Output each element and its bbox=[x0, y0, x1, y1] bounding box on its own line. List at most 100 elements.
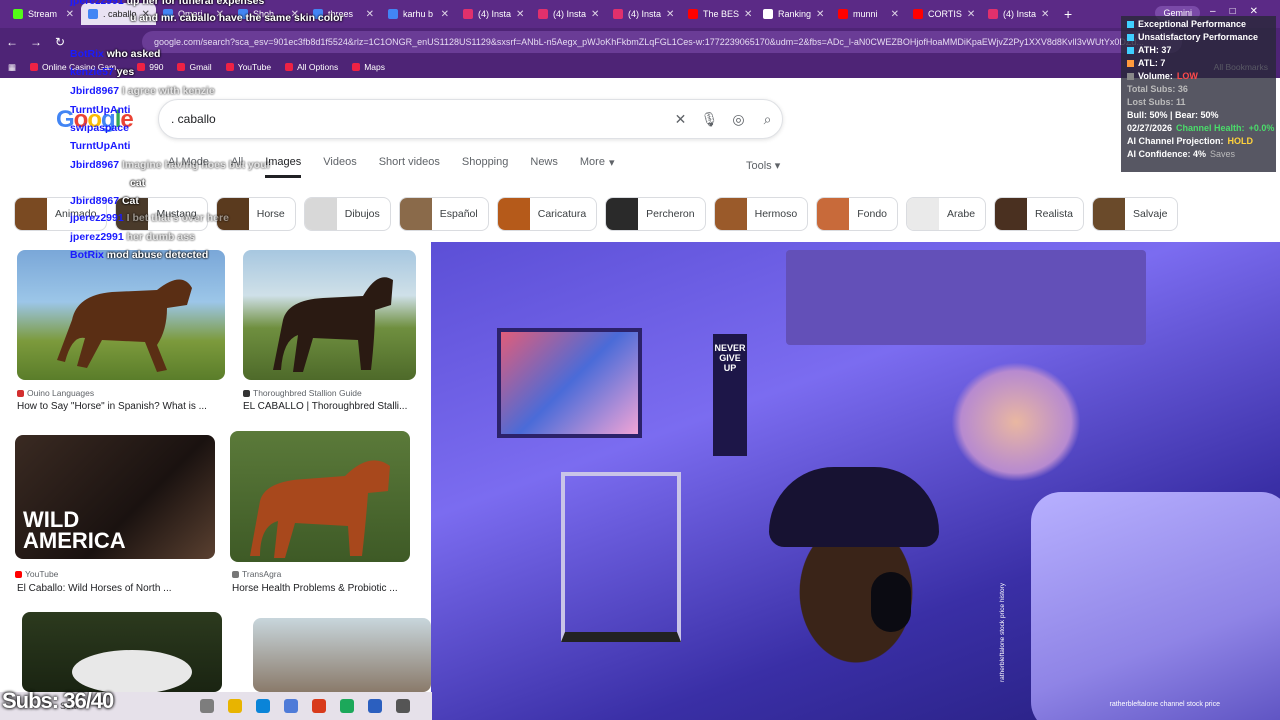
chat-message: kenzie57 yes bbox=[70, 66, 134, 79]
taskbar-app-icon[interactable] bbox=[256, 699, 270, 713]
tab-shopping[interactable]: Shopping bbox=[462, 156, 509, 178]
taskbar-app-icon[interactable] bbox=[284, 699, 298, 713]
bed bbox=[1031, 492, 1280, 720]
taskbar-app-icon[interactable] bbox=[200, 699, 214, 713]
tools-button[interactable]: Tools ▾ bbox=[746, 159, 780, 172]
stat-marker-icon bbox=[1127, 21, 1134, 28]
browser-tab[interactable]: CORTIS ✕ bbox=[906, 3, 981, 25]
close-tab-icon[interactable]: ✕ bbox=[441, 9, 449, 20]
stat-line: ATL: 7 bbox=[1127, 57, 1270, 70]
tab-favicon-icon bbox=[388, 9, 398, 19]
browser-tab[interactable]: Ranking ✕ bbox=[756, 3, 831, 25]
browser-tab[interactable]: The BES ✕ bbox=[681, 3, 756, 25]
chip-realista[interactable]: Realista bbox=[994, 197, 1084, 231]
clear-icon[interactable]: ✕ bbox=[666, 111, 695, 128]
new-tab-button[interactable]: + bbox=[1064, 6, 1072, 22]
saves-button[interactable]: Saves bbox=[1210, 148, 1235, 161]
stat-line: Exceptional Performance bbox=[1127, 18, 1270, 31]
chip-thumbnail bbox=[399, 198, 432, 230]
chat-text: Imagine having hoes but your bbox=[121, 159, 271, 171]
result-image[interactable]: WILD AMERICA bbox=[15, 435, 215, 559]
chip-hermoso[interactable]: Hermoso bbox=[713, 197, 809, 231]
result-title[interactable]: EL CABALLO | Thoroughbred Stalli... bbox=[243, 401, 407, 412]
close-tab-icon[interactable]: ✕ bbox=[1041, 9, 1049, 20]
tab-news[interactable]: News bbox=[530, 156, 558, 178]
stock-price-label: ratherbleftalone channel stock price bbox=[1109, 701, 1220, 708]
reload-icon[interactable]: ↻ bbox=[48, 35, 72, 49]
taskbar-app-icon[interactable] bbox=[312, 699, 326, 713]
browser-tab[interactable]: karhu b ✕ bbox=[381, 3, 456, 25]
chip-percheron[interactable]: Percheron bbox=[605, 197, 706, 231]
forward-icon[interactable]: → bbox=[24, 35, 48, 49]
chip-thumbnail bbox=[817, 198, 850, 230]
bookmark-item[interactable]: YouTube bbox=[225, 62, 271, 72]
browser-tab[interactable]: (4) Insta ✕ bbox=[981, 3, 1056, 25]
close-tab-icon[interactable]: ✕ bbox=[66, 9, 74, 20]
close-tab-icon[interactable]: ✕ bbox=[516, 9, 524, 20]
bookmark-item[interactable]: Maps bbox=[352, 62, 385, 72]
back-icon[interactable]: ← bbox=[0, 35, 24, 49]
close-tab-icon[interactable]: ✕ bbox=[967, 9, 975, 20]
headset bbox=[871, 572, 911, 632]
tab-label: (4) Insta bbox=[628, 9, 662, 19]
tab-favicon-icon bbox=[613, 9, 623, 19]
chip-caricatura[interactable]: Caricatura bbox=[496, 197, 598, 231]
chat-message: BotRix who asked bbox=[70, 48, 161, 61]
browser-tab[interactable]: (4) Insta ✕ bbox=[606, 3, 681, 25]
chat-text: I agree with kenzie bbox=[121, 85, 215, 97]
taskbar-app-icon[interactable] bbox=[396, 699, 410, 713]
chat-text: who asked bbox=[106, 48, 161, 60]
chip-fondo[interactable]: Fondo bbox=[816, 197, 899, 231]
tab-videos[interactable]: Videos bbox=[323, 156, 356, 178]
wall-painting bbox=[497, 328, 642, 438]
browser-tab[interactable]: munni ✕ bbox=[831, 3, 906, 25]
apps-grid-icon[interactable]: ▦ bbox=[8, 62, 16, 73]
result-image[interactable] bbox=[22, 612, 222, 694]
result-image[interactable] bbox=[243, 250, 416, 380]
result-image[interactable] bbox=[230, 431, 410, 562]
browser-tab[interactable]: (4) Insta ✕ bbox=[456, 3, 531, 25]
close-tab-icon[interactable]: ✕ bbox=[816, 9, 824, 20]
search-box[interactable]: . caballo ✕ 🎙 ◎ ⌕ bbox=[158, 99, 783, 139]
microphone-icon[interactable]: 🎙 bbox=[695, 111, 724, 128]
taskbar-app-icon[interactable] bbox=[368, 699, 382, 713]
result-image[interactable] bbox=[17, 250, 225, 380]
close-tab-icon[interactable]: ✕ bbox=[666, 9, 674, 20]
chip-salvaje[interactable]: Salvaje bbox=[1091, 197, 1179, 231]
source-favicon-icon bbox=[232, 570, 239, 578]
channel-stats-overlay: Exceptional Performance Unsatisfactory Pe… bbox=[1121, 16, 1276, 172]
tab-label: The BES bbox=[703, 9, 740, 19]
stat-line: Volume: LOW bbox=[1127, 70, 1270, 83]
chip-thumbnail bbox=[1092, 198, 1125, 230]
lens-icon[interactable]: ◎ bbox=[724, 111, 753, 128]
close-tab-icon[interactable]: ✕ bbox=[591, 9, 599, 20]
close-tab-icon[interactable]: ✕ bbox=[366, 9, 374, 20]
result-title[interactable]: El Caballo: Wild Horses of North ... bbox=[17, 583, 172, 594]
chip-dibujos[interactable]: Dibujos bbox=[303, 197, 391, 231]
tab-short-videos[interactable]: Short videos bbox=[379, 156, 440, 178]
result-title[interactable]: How to Say "Horse" in Spanish? What is .… bbox=[17, 401, 207, 412]
taskbar-app-icon[interactable] bbox=[340, 699, 354, 713]
result-title[interactable]: Horse Health Problems & Probiotic ... bbox=[232, 583, 398, 594]
search-input[interactable]: . caballo bbox=[171, 112, 666, 126]
lamp bbox=[951, 362, 1081, 482]
chat-message: cat bbox=[130, 177, 145, 190]
taskbar-app-icon[interactable] bbox=[228, 699, 242, 713]
stock-history-label: ratherbleftalone stock price history bbox=[999, 583, 1006, 682]
close-tab-icon[interactable]: ✕ bbox=[891, 9, 899, 20]
chat-message: jperez2991 I bet that's over here bbox=[70, 212, 229, 225]
browser-tab[interactable]: (4) Insta ✕ bbox=[531, 3, 606, 25]
bookmark-item[interactable]: 990 bbox=[137, 62, 163, 72]
bookmark-item[interactable]: All Options bbox=[285, 62, 338, 72]
search-icon[interactable]: ⌕ bbox=[753, 111, 782, 128]
chip-español[interactable]: Español bbox=[398, 197, 489, 231]
result-image[interactable] bbox=[253, 618, 431, 692]
chat-username: BotRix bbox=[70, 249, 104, 261]
chat-text: up her for funeral expenses bbox=[126, 0, 265, 7]
close-tab-icon[interactable]: ✕ bbox=[744, 9, 752, 20]
bookmark-item[interactable]: Gmail bbox=[177, 62, 212, 72]
chip-arabe[interactable]: Arabe bbox=[906, 197, 987, 231]
url-field[interactable]: google.com/search?sca_esv=901ec3fb8d1f55… bbox=[142, 31, 1182, 53]
tab-more[interactable]: More bbox=[580, 156, 605, 178]
chat-message: jperez2991 her dumb ass bbox=[70, 231, 195, 244]
